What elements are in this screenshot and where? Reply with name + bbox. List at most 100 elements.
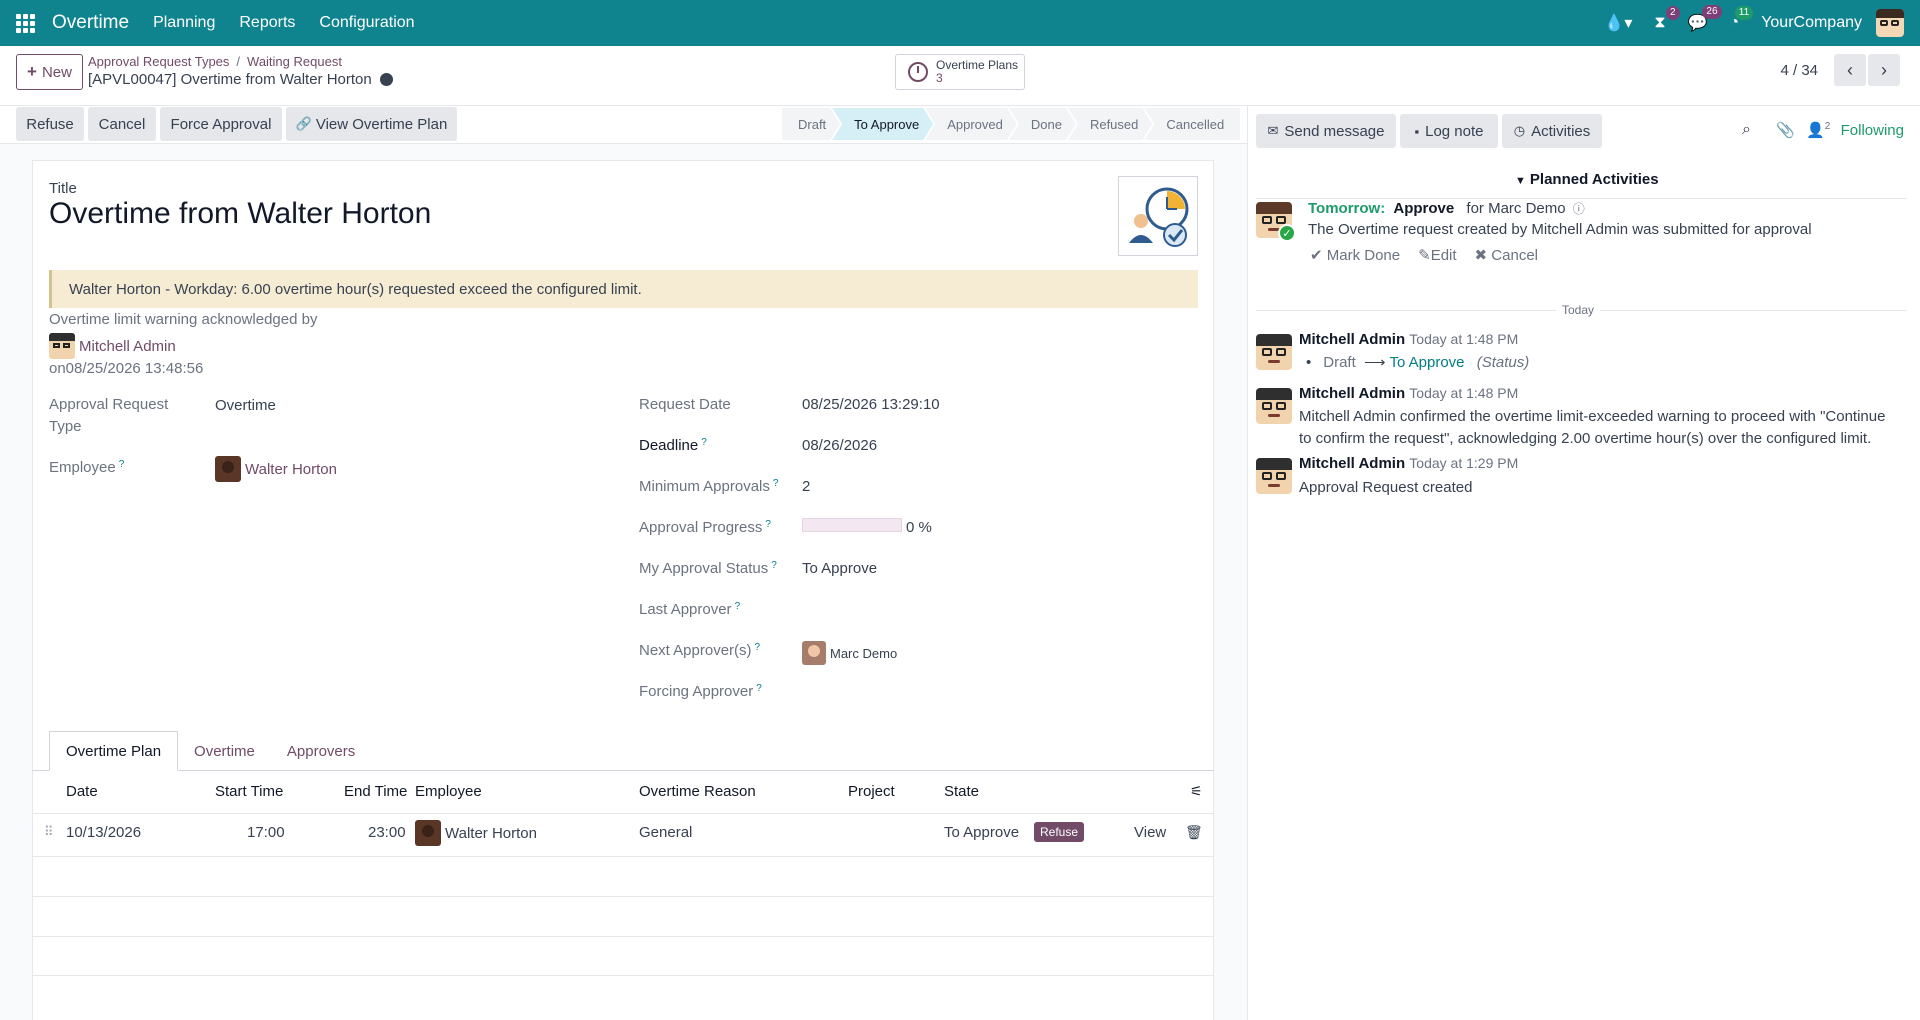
column-employee[interactable]: Employee [415, 783, 482, 800]
log-note-button[interactable]: ▪ Log note [1400, 114, 1498, 148]
info-icon[interactable]: ⓘ [1573, 202, 1585, 216]
force-approval-button[interactable]: Force Approval [160, 107, 282, 141]
help-icon[interactable]: ? [701, 437, 707, 448]
pager-previous-button[interactable]: ‹ [1834, 54, 1866, 86]
row-end-time[interactable]: 23:00 [368, 824, 406, 841]
view-overtime-plan-button[interactable]: 🔗 View Overtime Plan [286, 107, 457, 141]
cancel-button[interactable]: Cancel [88, 107, 156, 141]
stage-refused[interactable]: Refused [1068, 108, 1152, 140]
followers-button[interactable]: 👤2 [1806, 121, 1830, 139]
deadline-field[interactable]: 08/26/2026 [802, 437, 877, 454]
app-name[interactable]: Overtime [52, 12, 129, 34]
stage-draft[interactable]: Draft [782, 108, 840, 140]
paperclip-icon[interactable]: 📎 [1776, 121, 1795, 139]
breadcrumb-waiting-request[interactable]: Waiting Request [247, 54, 342, 69]
column-overtime-reason[interactable]: Overtime Reason [639, 783, 756, 800]
approval-progress-text: 0 % [906, 519, 932, 536]
help-icon[interactable]: ? [119, 459, 125, 470]
drag-handle-icon[interactable]: ⠿ [44, 824, 54, 840]
min-approvals-field[interactable]: 2 [802, 478, 810, 495]
employee-label: Employee? [49, 459, 125, 476]
row-refuse-button[interactable]: Refuse [1034, 822, 1085, 842]
message-author[interactable]: Mitchell Admin [1299, 385, 1405, 402]
column-end-time[interactable]: End Time [344, 783, 407, 800]
refuse-button[interactable]: Refuse [16, 107, 84, 141]
approval-type-label: Approval Request [49, 396, 169, 413]
help-icon[interactable]: ? [771, 560, 777, 571]
overtime-plans-smart-button[interactable]: Overtime Plans 3 [895, 54, 1025, 90]
link-icon: 🔗 [295, 116, 312, 131]
app-menu-icon[interactable] [14, 12, 36, 34]
timer-icon[interactable]: ⧗ 2 [1654, 6, 1680, 32]
messages-icon[interactable]: 💬 26 [1688, 5, 1722, 33]
menu-configuration[interactable]: Configuration [319, 14, 414, 32]
notebook-tabs: Overtime Plan Overtime Approvers [49, 731, 371, 771]
ack-user[interactable]: Mitchell Admin [49, 333, 176, 359]
gear-icon[interactable] [379, 73, 393, 86]
row-overtime-reason[interactable]: General [639, 824, 692, 841]
activities-icon[interactable]: ◔ 11 [1730, 6, 1754, 32]
activity-text: The Overtime request created by Mitchell… [1308, 221, 1812, 238]
help-icon[interactable]: ? [756, 683, 762, 694]
column-project[interactable]: Project [848, 783, 895, 800]
employee-field[interactable]: Walter Horton [215, 456, 337, 482]
optional-columns-icon[interactable]: ⚟ [1190, 783, 1203, 800]
help-icon[interactable]: ? [735, 601, 741, 612]
pager-value[interactable]: 4 / 34 [1780, 62, 1818, 79]
smart-button-count: 3 [936, 71, 943, 85]
help-icon[interactable]: ? [765, 519, 771, 530]
stage-done[interactable]: Done [1009, 108, 1076, 140]
row-employee[interactable]: Walter Horton [415, 820, 537, 846]
message-header: Mitchell Admin Today at 1:29 PM [1299, 455, 1518, 472]
help-icon[interactable]: ? [773, 478, 779, 489]
column-state[interactable]: State [944, 783, 979, 800]
user-avatar[interactable] [1876, 9, 1904, 37]
company-switcher[interactable]: YourCompany [1761, 14, 1862, 32]
search-icon[interactable]: ⌕ [1742, 121, 1751, 139]
row-date[interactable]: 10/13/2026 [66, 824, 141, 841]
avatar [1256, 334, 1292, 370]
tab-overtime[interactable]: Overtime [178, 731, 271, 771]
new-button[interactable]: + New [16, 54, 83, 90]
row-view-button[interactable]: View [1134, 824, 1166, 841]
mark-done-button[interactable]: ✔ Mark Done [1310, 246, 1400, 264]
approval-type-field[interactable]: Overtime [215, 397, 276, 414]
message-author[interactable]: Mitchell Admin [1299, 331, 1405, 348]
breadcrumb: Approval Request Types / Waiting Request [88, 54, 342, 69]
tab-approvers[interactable]: Approvers [271, 731, 371, 771]
column-start-time[interactable]: Start Time [215, 783, 283, 800]
my-approval-status-field: To Approve [802, 560, 878, 577]
column-date[interactable]: Date [66, 783, 98, 800]
menu-reports[interactable]: Reports [239, 14, 295, 32]
row-divider [32, 975, 1214, 976]
message-author[interactable]: Mitchell Admin [1299, 455, 1405, 472]
trash-icon[interactable]: 🗑 [1185, 824, 1203, 841]
stage-approved[interactable]: Approved [925, 108, 1017, 140]
cancel-activity-button[interactable]: ✖ Cancel [1475, 246, 1538, 264]
request-date-field[interactable]: 08/25/2026 13:29:10 [802, 396, 940, 413]
edit-button[interactable]: ✎Edit [1418, 246, 1456, 264]
status-pipeline: Draft To Approve Approved Done Refused C… [782, 108, 1241, 140]
send-message-button[interactable]: ✉ Send message [1256, 114, 1396, 148]
following-button[interactable]: Following [1841, 122, 1904, 139]
row-start-time[interactable]: 17:00 [247, 824, 285, 841]
droplet-icon[interactable]: 💧▾ [1604, 13, 1632, 33]
pager-next-button[interactable]: › [1868, 54, 1900, 86]
planned-activities-toggle[interactable]: ▼ Planned Activities [1515, 171, 1659, 188]
title-field[interactable]: Overtime from Walter Horton [49, 197, 431, 231]
header-divider [32, 813, 1214, 814]
divider [1256, 198, 1906, 199]
help-icon[interactable]: ? [755, 642, 761, 653]
breadcrumb-approval-types[interactable]: Approval Request Types [88, 54, 229, 69]
stage-to-approve[interactable]: To Approve [832, 108, 933, 140]
check-icon: ✔ [1310, 247, 1327, 264]
arrow-right-icon: ⟶ [1363, 354, 1386, 371]
menu-planning[interactable]: Planning [153, 14, 215, 32]
next-approver-tag[interactable]: Marc Demo [802, 641, 897, 665]
activity-for: for Marc Demo [1466, 200, 1566, 217]
activities-button[interactable]: ◷ Activities [1502, 114, 1602, 148]
avatar [215, 456, 241, 482]
tab-overtime-plan[interactable]: Overtime Plan [49, 731, 179, 771]
stage-cancelled[interactable]: Cancelled [1144, 108, 1241, 140]
plus-icon: + [27, 62, 37, 81]
